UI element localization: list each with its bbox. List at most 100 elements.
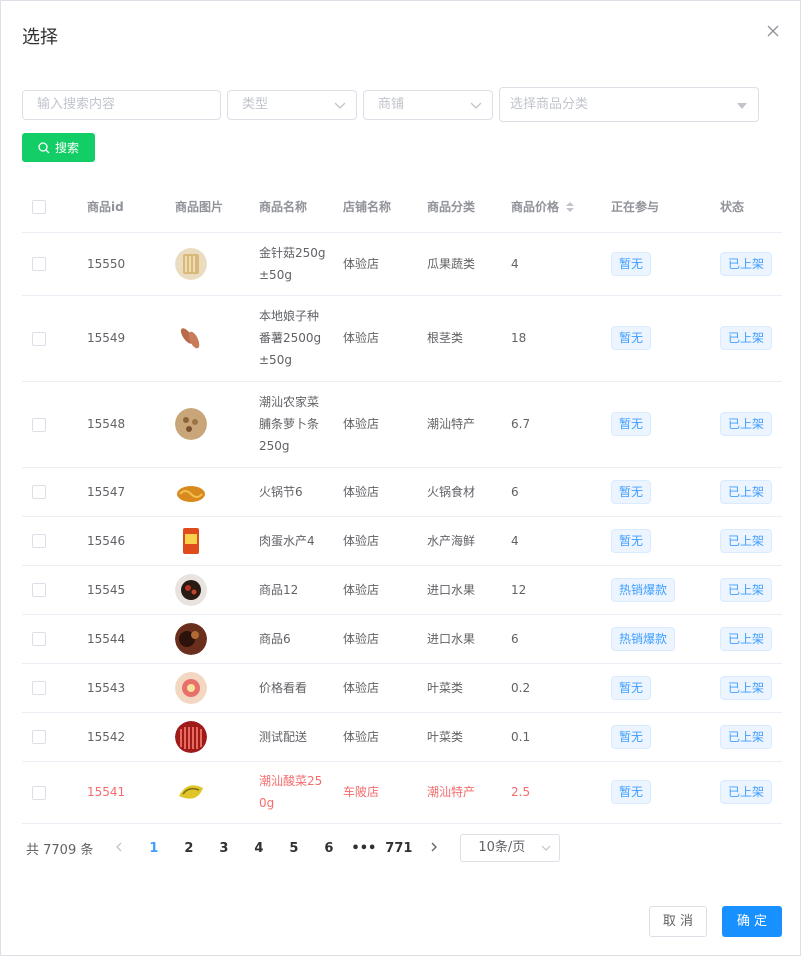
product-name: 商品6 [249,614,333,664]
table-row[interactable]: 15546 肉蛋水产4 体验店 水产海鲜 4 暂无 已上架 [22,516,782,566]
page-4[interactable]: 4 [241,841,276,856]
table-header-row: 商品id 商品图片 商品名称 店铺名称 商品分类 商品价格 正在参与 状态 [22,181,782,233]
product-image [175,322,207,354]
participating-tag: 暂无 [611,528,652,553]
table-row[interactable]: 15545 商品12 体验店 进口水果 12 热销爆款 已上架 [22,565,782,615]
participating-cell: 暂无 [601,712,705,762]
status-cell: 已上架 [705,232,782,296]
status-badge: 已上架 [720,479,773,504]
row-checkbox[interactable] [32,583,46,597]
row-checkbox[interactable] [32,485,46,499]
row-checkbox[interactable] [32,257,46,271]
chevron-right-icon [431,842,437,851]
row-select-cell [22,232,80,296]
page-5[interactable]: 5 [276,841,311,856]
status-cell: 已上架 [705,565,782,615]
product-name: 金针菇250g ±50g [249,232,333,296]
product-name-text: 火锅节6 [259,484,303,499]
shop-name: 体验店 [333,467,417,517]
table-row[interactable]: 15544 商品6 体验店 进口水果 6 热销爆款 已上架 [22,614,782,664]
pagination-total: 共 7709 条 [26,842,94,858]
row-checkbox[interactable] [32,534,46,548]
sort-icon[interactable] [565,200,575,214]
product-image-cell [165,614,249,664]
product-image-cell [165,381,249,468]
search-button[interactable]: 搜索 [22,133,95,162]
product-id: 15548 [80,381,165,468]
participating-tag: 暂无 [611,412,652,436]
next-page-button[interactable] [416,841,451,856]
product-id: 15547 [80,467,165,517]
category-select[interactable]: 选择商品分类 [499,87,759,122]
row-checkbox[interactable] [32,681,46,695]
table-row[interactable]: 15543 价格看看 体验店 叶菜类 0.2 暂无 已上架 [22,663,782,713]
search-input[interactable]: 输入搜索内容 [22,90,221,120]
confirm-button[interactable]: 确 定 [722,906,782,937]
row-checkbox[interactable] [32,785,46,800]
shop-name: 车陂店 [333,761,417,824]
col-header-price[interactable]: 商品价格 [501,181,601,233]
table-row[interactable]: 15542 测试配送 体验店 叶菜类 0.1 暂无 已上架 [22,712,782,762]
type-select-placeholder: 类型 [242,97,269,112]
shop-name: 体验店 [333,712,417,762]
cancel-button[interactable]: 取 消 [649,906,707,937]
page-size-select[interactable]: 10条/页 [460,834,561,862]
product-image-cell [165,712,249,762]
participating-tag: 暂无 [611,724,652,749]
product-image [175,776,207,808]
page-6[interactable]: 6 [311,841,346,856]
product-image-cell [165,467,249,517]
status-cell: 已上架 [705,467,782,517]
table-row[interactable]: 15548 潮汕农家菜 脯条萝卜条 250g 体验店 潮汕特产 6.7 暂无 已上架 [22,381,782,468]
product-category: 叶菜类 [417,663,501,713]
participating-cell: 暂无 [601,467,705,517]
status-cell: 已上架 [705,516,782,566]
product-price: 4 [501,232,601,296]
row-select-cell [22,761,80,824]
product-price: 6 [501,614,601,664]
chevron-down-icon [334,102,346,109]
status-cell: 已上架 [705,663,782,713]
page-2[interactable]: 2 [171,841,206,856]
row-checkbox[interactable] [32,331,46,346]
product-id: 15542 [80,712,165,762]
close-icon[interactable] [765,23,781,39]
select-all-checkbox[interactable] [32,199,46,214]
page-771[interactable]: 771 [381,841,416,856]
pagination: 共 7709 条 1 2 3 4 5 6 ••• 771 10条/页 [26,833,561,863]
product-price: 12 [501,565,601,615]
table-row[interactable]: 15549 本地娘子种 番薯2500g ±50g 体验店 根茎类 18 暂无 已上架 [22,295,782,382]
product-category: 进口水果 [417,565,501,615]
page-1[interactable]: 1 [136,841,171,856]
product-id: 15541 [80,761,165,824]
status-cell: 已上架 [705,712,782,762]
row-checkbox[interactable] [32,730,46,744]
shop-select-placeholder: 商铺 [378,97,405,112]
participating-cell: 暂无 [601,516,705,566]
col-header-shop: 店铺名称 [333,181,417,233]
table-row[interactable]: 15550 金针菇250g ±50g 体验店 瓜果蔬类 4 暂无 已上架 [22,232,782,296]
shop-name: 体验店 [333,381,417,468]
type-select[interactable]: 类型 [227,90,357,120]
row-checkbox[interactable] [32,632,46,646]
select-dialog: 选择 输入搜索内容 类型 商铺 选择商品分类 搜索 商品id 商品图片 商品名称… [0,0,801,956]
product-name: 火锅节6 [249,467,333,517]
status-badge: 已上架 [720,326,773,350]
page-3[interactable]: 3 [206,841,241,856]
shop-select[interactable]: 商铺 [363,90,493,120]
product-image-cell [165,761,249,824]
prev-page-button[interactable] [101,841,136,856]
participating-tag: 暂无 [611,479,652,504]
category-select-placeholder: 选择商品分类 [510,97,589,112]
product-image [175,671,207,704]
page-ellipsis[interactable]: ••• [346,841,381,856]
dialog-title: 选择 [22,27,58,48]
row-checkbox[interactable] [32,417,46,432]
table-row[interactable]: 15547 火锅节6 体验店 火锅食材 6 暂无 已上架 [22,467,782,517]
participating-cell: 暂无 [601,663,705,713]
status-badge: 已上架 [720,577,773,602]
status-badge: 已上架 [720,528,773,553]
table-row[interactable]: 15541 潮汕酸菜25 0g 车陂店 潮汕特产 2.5 暂无 已上架 [22,761,782,824]
product-name: 肉蛋水产4 [249,516,333,566]
status-badge: 已上架 [720,724,773,749]
